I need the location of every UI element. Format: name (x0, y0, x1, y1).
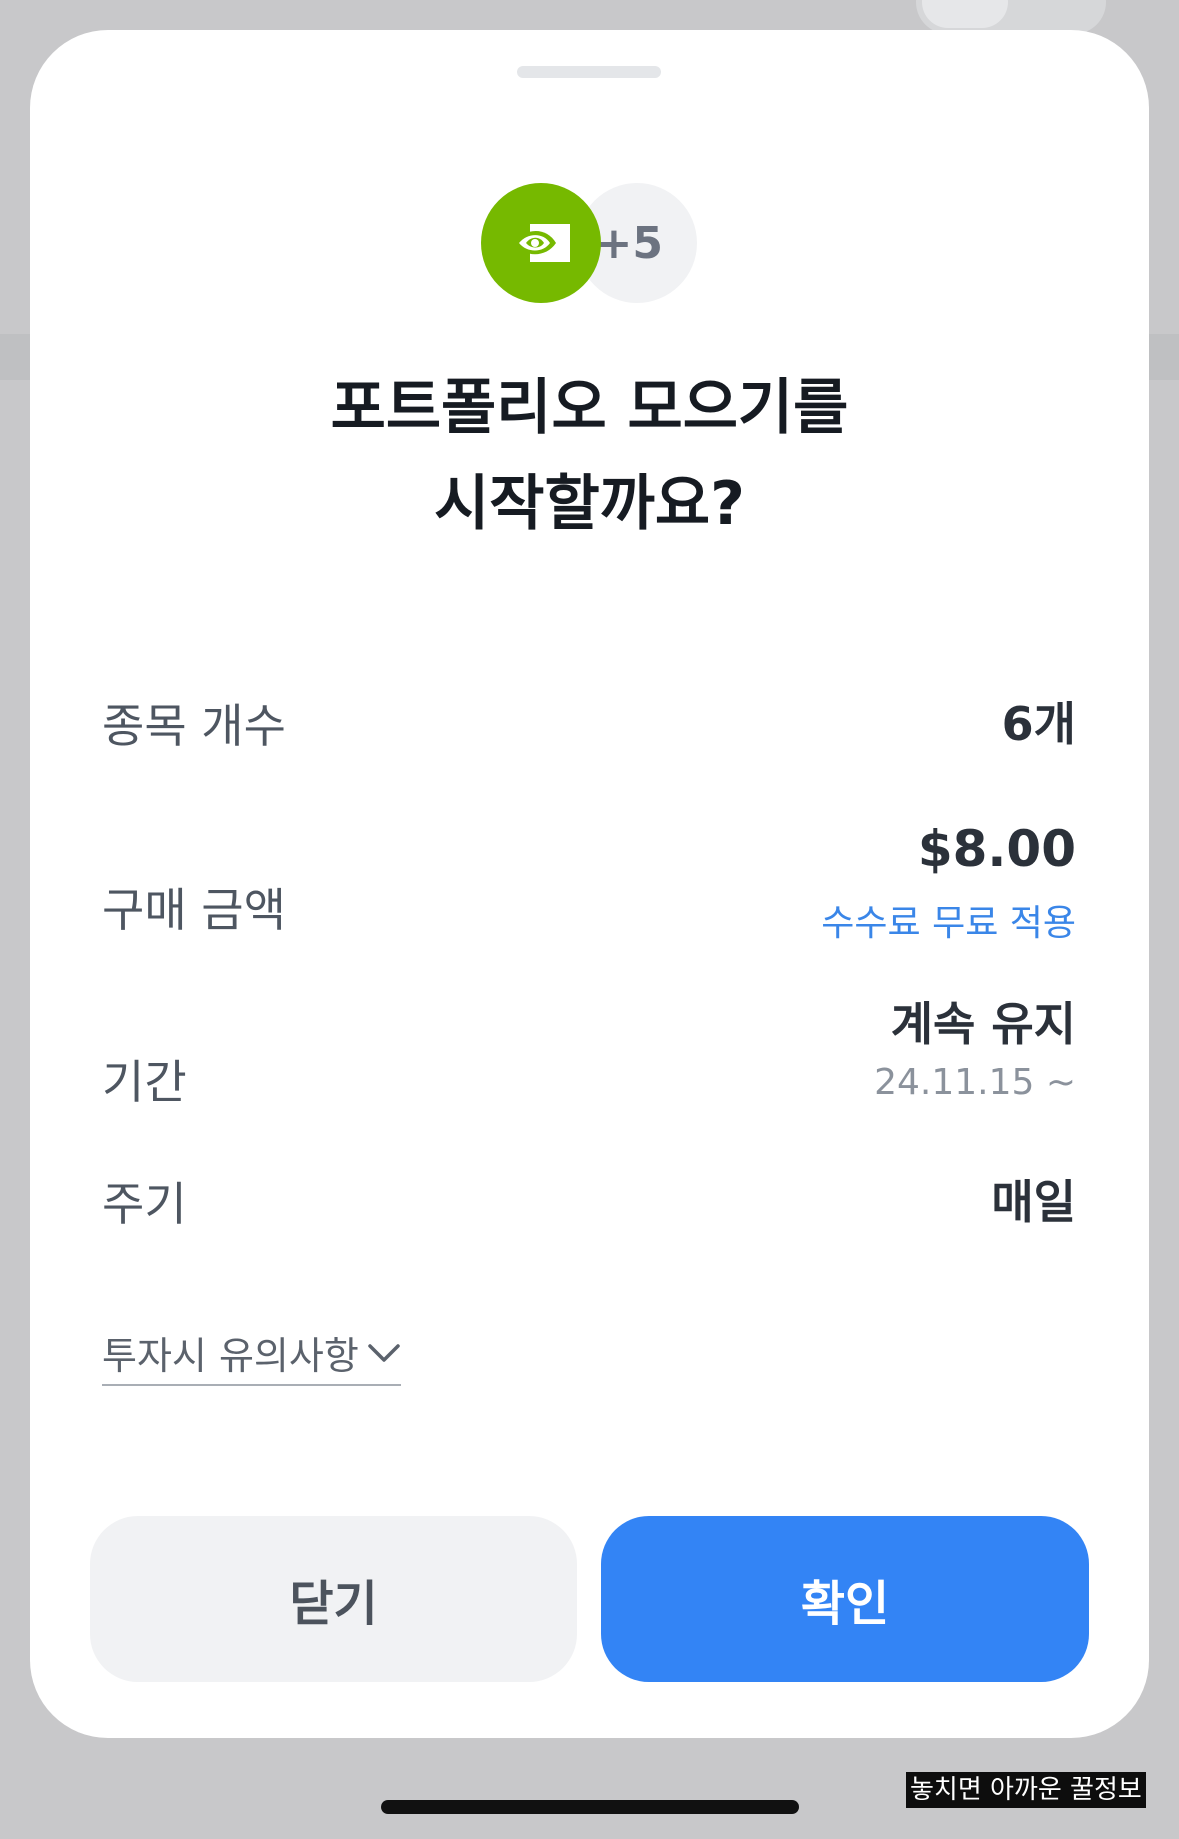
fee-free-notice: 수수료 무료 적용 (821, 903, 1076, 944)
stock-count-label: 종목 개수 (102, 699, 286, 753)
stock-count-value: 6개 (1001, 697, 1076, 751)
confirm-button[interactable]: 확인 (601, 1516, 1089, 1682)
purchase-amount-value: $8.00 (917, 820, 1076, 878)
purchase-amount-label: 구매 금액 (102, 883, 286, 937)
row-cycle: 주기 매일 (102, 1160, 1076, 1240)
row-purchase-amount: 구매 금액 $8.00 수수료 무료 적용 (102, 820, 1076, 960)
chevron-down-icon (367, 1330, 401, 1374)
close-button[interactable]: 닫기 (90, 1516, 577, 1682)
investment-notice-label: 투자시 유의사항 (102, 1333, 359, 1378)
cycle-value: 매일 (991, 1175, 1076, 1229)
investment-notice-toggle[interactable]: 투자시 유의사항 (102, 1320, 401, 1386)
drag-handle[interactable] (517, 66, 661, 78)
sheet-title-line1: 포트폴리오 모으기를 (330, 373, 849, 443)
nvidia-logo-icon (481, 183, 601, 303)
row-stock-count: 종목 개수 6개 (102, 682, 1076, 762)
period-label: 기간 (102, 1055, 187, 1109)
bottom-sheet: +5 포트폴리오 모으기를 시작할까요? 종목 개수 6개 구매 금액 $8.0… (30, 30, 1149, 1738)
cycle-label: 주기 (102, 1177, 187, 1231)
background-top-button (916, 0, 1106, 34)
stock-logo-group: +5 (481, 183, 701, 303)
home-indicator[interactable] (381, 1800, 799, 1814)
sheet-title-line2: 시작할까요? (434, 469, 745, 539)
watermark-caption: 놓치면 아까운 꿀정보 (906, 1772, 1146, 1808)
period-value: 계속 유지 (890, 997, 1076, 1051)
period-start-date: 24.11.15 ~ (874, 1062, 1076, 1103)
more-stocks-count: +5 (595, 217, 663, 269)
row-period: 기간 계속 유지 24.11.15 ~ (102, 988, 1076, 1138)
sheet-title: 포트폴리오 모으기를 시작할까요? (30, 360, 1149, 552)
